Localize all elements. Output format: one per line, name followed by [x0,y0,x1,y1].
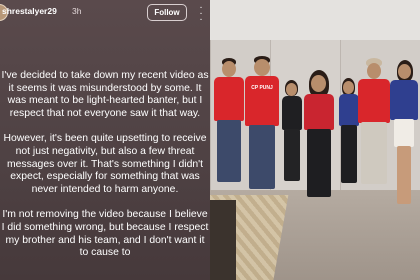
person-head [286,83,297,96]
person-head [254,59,270,76]
story-header: shrestalyer29 3h Follow ... [0,0,210,28]
ceiling [210,0,420,40]
trousers [361,122,387,184]
person-head [367,63,381,79]
person [356,58,392,188]
trousers [341,125,357,183]
story-text: I've decided to take down my recent vide… [0,70,210,273]
follow-button[interactable]: Follow [147,4,187,21]
jersey-label: CP PUNJ [251,85,273,91]
person-head [398,64,411,79]
jersey [390,80,418,120]
legs [397,146,411,204]
more-icon[interactable]: ... [194,1,208,23]
story-paragraph-2: However, it's been quite upsetting to re… [3,133,207,195]
person [212,58,246,188]
person-head [311,75,326,92]
story-username[interactable]: shrestalyer29 [2,6,57,16]
story-time: 3h [72,6,82,16]
person-head [222,61,236,77]
story-panel: shrestalyer29 3h Follow ... I've decided… [0,0,210,280]
jersey [358,79,390,123]
jersey: CP PUNJ [245,76,279,126]
group-photo: CP PUNJ [210,0,420,280]
shelf [210,200,236,280]
story-paragraph-3: I'm not removing the video because I bel… [1,209,209,259]
trousers [307,129,331,197]
story-paragraph-1: I've decided to take down my recent vide… [1,70,209,119]
person [298,70,340,202]
person-head [343,81,354,94]
skirt [394,119,414,147]
jersey [214,77,244,121]
jersey [304,94,334,130]
jeans [249,125,275,189]
jeans [217,120,241,182]
person: CP PUNJ [243,56,281,196]
person [388,60,420,210]
